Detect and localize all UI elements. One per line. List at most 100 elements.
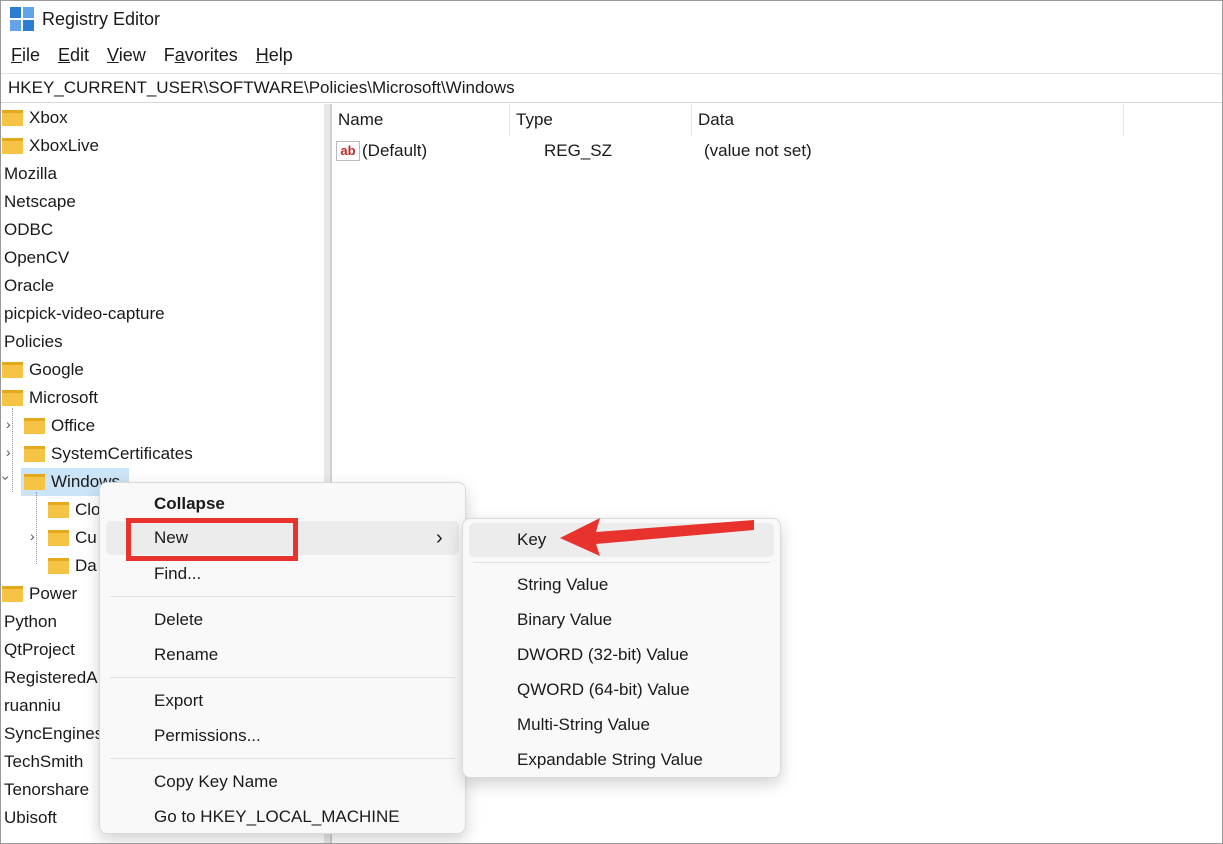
tree-item-syncengines[interactable]: SyncEngines	[4, 720, 103, 748]
tree-item-label: Netscape	[4, 192, 76, 211]
menu-favorites[interactable]: Favorites	[155, 40, 247, 70]
menu-view[interactable]: View	[98, 40, 155, 70]
menu-help[interactable]: Help	[247, 40, 302, 70]
tree-guide	[36, 492, 37, 564]
tree-item-label: Microsoft	[29, 388, 98, 407]
tree-item-label: Da	[75, 556, 97, 575]
tree-item-microsoft[interactable]: Microsoft	[2, 384, 98, 412]
tree-item-da[interactable]: Da	[48, 552, 97, 580]
submenu-expandable-string-value[interactable]: Expandable String Value	[463, 743, 703, 777]
tree-item-label: Power	[29, 584, 78, 603]
tree-item-oracle[interactable]: Oracle	[4, 272, 54, 300]
submenu-binary-value[interactable]: Binary Value	[463, 603, 612, 637]
tree-item-label: Oracle	[4, 276, 55, 295]
menu-separator	[473, 562, 770, 563]
menu-export[interactable]: Export	[100, 684, 203, 718]
highlight-box	[126, 518, 298, 561]
chevron-right-icon: ›	[436, 527, 443, 549]
tree-item-opencv[interactable]: OpenCV	[4, 244, 69, 272]
menu-separator	[110, 596, 455, 597]
menu-collapse[interactable]: Collapse	[100, 487, 225, 521]
tree-item-qtproject[interactable]: QtProject	[4, 636, 75, 664]
menu-file[interactable]: File	[2, 40, 49, 70]
chevron-right-icon[interactable]: ›	[6, 416, 11, 432]
tree-item-tenorshare[interactable]: Tenorshare	[4, 776, 89, 804]
chevron-right-icon[interactable]: ›	[6, 444, 11, 460]
tree-item-label: picpick-video-capture	[4, 304, 165, 323]
column-name[interactable]: Name	[332, 104, 510, 136]
tree-item-label: TechSmith	[4, 752, 84, 771]
folder-icon	[2, 586, 23, 602]
tree-item-mozilla[interactable]: Mozilla	[4, 160, 57, 188]
tree-item-systemcertificates[interactable]: SystemCertificates	[24, 440, 193, 468]
tree-item-clo[interactable]: Clo	[48, 496, 101, 524]
menu-delete[interactable]: Delete	[100, 603, 203, 637]
value-type: REG_SZ	[544, 141, 613, 160]
menu-separator	[110, 758, 455, 759]
menu-file-rest: ile	[22, 45, 41, 65]
tree-item-label: SystemCertificates	[51, 444, 193, 463]
folder-icon	[48, 502, 69, 518]
tree-item-label: SyncEngines	[4, 724, 104, 743]
tree-item-ruanniu[interactable]: ruanniu	[4, 692, 61, 720]
tree-item-label: Cu	[75, 528, 97, 547]
tree-item-python[interactable]: Python	[4, 608, 57, 636]
menu-edit-rest: dit	[70, 45, 90, 65]
folder-icon	[24, 474, 45, 490]
tree-item-techsmith[interactable]: TechSmith	[4, 748, 83, 776]
folder-icon	[24, 446, 45, 462]
tree-item-xboxlive[interactable]: XboxLive	[2, 132, 99, 160]
list-row[interactable]: ab (Default) REG_SZ (value not set)	[336, 138, 812, 164]
tree-item-picpick[interactable]: picpick-video-capture	[4, 300, 165, 328]
column-type[interactable]: Type	[510, 104, 692, 136]
tree-item-xbox[interactable]: Xbox	[2, 104, 68, 132]
tree-item-netscape[interactable]: Netscape	[4, 188, 76, 216]
menu-bar: File Edit View Favorites Help	[0, 40, 1223, 70]
tree-item-odbc[interactable]: ODBC	[4, 216, 53, 244]
tree-item-policies[interactable]: Policies	[4, 328, 63, 356]
menu-favorites-first: F	[163, 45, 175, 65]
value-name: (Default)	[362, 141, 428, 160]
menu-favorites-rest: vorites	[184, 45, 238, 65]
submenu-key[interactable]: Key	[463, 523, 546, 557]
registry-editor-icon	[10, 7, 34, 31]
menu-copy-key-name[interactable]: Copy Key Name	[100, 765, 278, 799]
submenu-string-value[interactable]: String Value	[463, 568, 608, 602]
tree-item-label: RegisteredA	[4, 668, 98, 687]
tree-item-label: Google	[29, 360, 84, 379]
column-data[interactable]: Data	[692, 104, 1124, 136]
menu-rename[interactable]: Rename	[100, 638, 218, 672]
value-data: (value not set)	[704, 141, 812, 160]
submenu-dword-value[interactable]: DWORD (32-bit) Value	[463, 638, 689, 672]
title-bar: Registry Editor	[0, 0, 1223, 38]
tree-item-label: Python	[4, 612, 57, 631]
chevron-down-icon[interactable]: ›	[0, 476, 14, 481]
menu-permissions[interactable]: Permissions...	[100, 719, 261, 753]
tree-item-ubisoft[interactable]: Ubisoft	[4, 804, 57, 832]
tree-item-label: Mozilla	[4, 164, 57, 183]
folder-icon	[2, 110, 23, 126]
folder-icon	[2, 362, 23, 378]
folder-icon	[48, 558, 69, 574]
menu-edit[interactable]: Edit	[49, 40, 98, 70]
submenu-multi-string-value[interactable]: Multi-String Value	[463, 708, 650, 742]
menu-help-rest: elp	[268, 45, 293, 65]
tree-item-label: QtProject	[4, 640, 75, 659]
submenu-qword-value[interactable]: QWORD (64-bit) Value	[463, 673, 690, 707]
chevron-right-icon[interactable]: ›	[30, 528, 35, 544]
tree-item-google[interactable]: Google	[2, 356, 84, 384]
tree-item-label: ODBC	[4, 220, 54, 239]
list-header: Name Type Data	[332, 104, 1223, 136]
tree-item-label: Office	[51, 416, 96, 435]
menu-find[interactable]: Find...	[100, 557, 201, 591]
folder-icon	[2, 390, 23, 406]
tree-item-label: Xbox	[29, 108, 68, 127]
tree-item-registereda[interactable]: RegisteredA	[4, 664, 98, 692]
window-title: Registry Editor	[42, 8, 161, 29]
tree-item-label: Tenorshare	[4, 780, 90, 799]
tree-item-office[interactable]: Office	[24, 412, 95, 440]
address-bar[interactable]: HKEY_CURRENT_USER\SOFTWARE\Policies\Micr…	[0, 73, 1223, 103]
tree-item-power[interactable]: Power	[2, 580, 77, 608]
tree-item-cu[interactable]: Cu	[48, 524, 97, 552]
menu-goto-hklm[interactable]: Go to HKEY_LOCAL_MACHINE	[100, 800, 400, 834]
